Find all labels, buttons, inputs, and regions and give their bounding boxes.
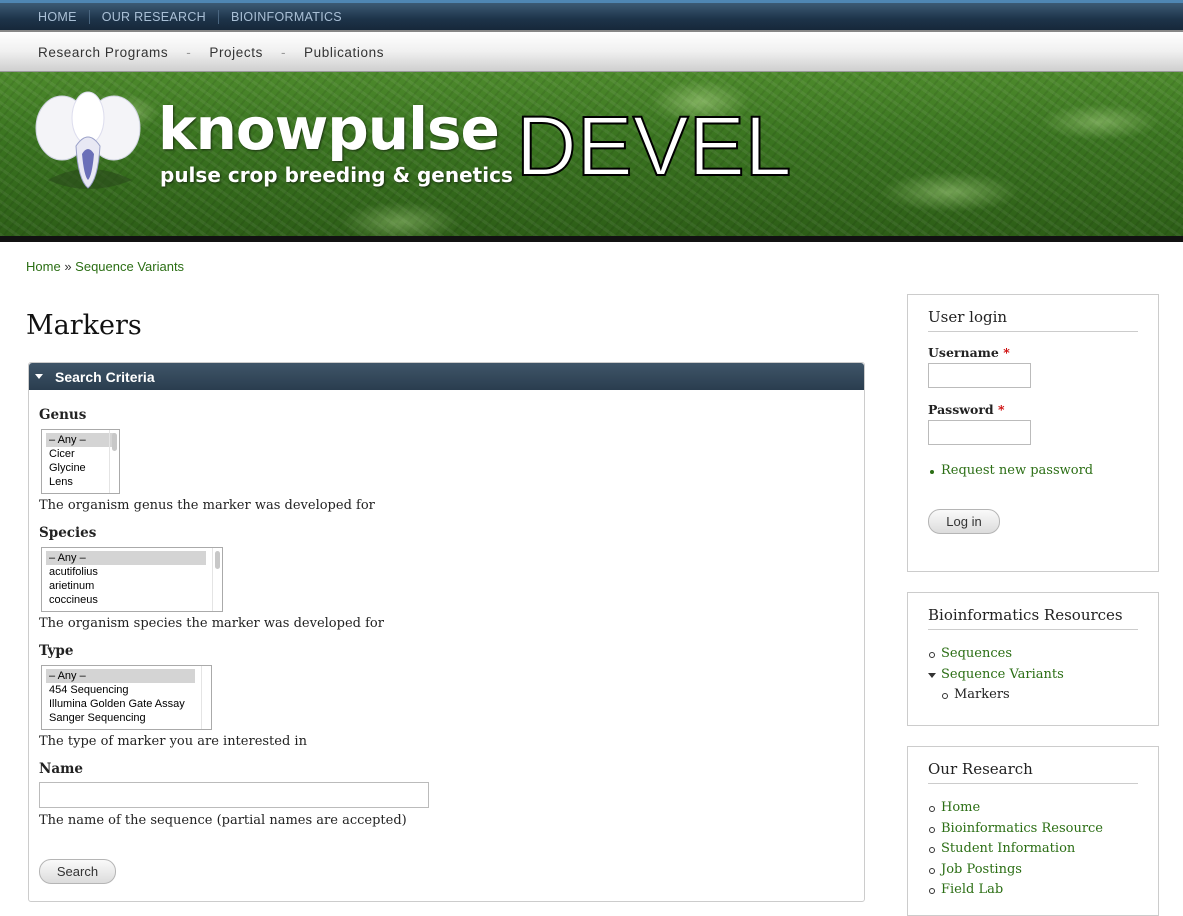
secondary-navigation: Research Programs - Projects - Publicati…	[0, 30, 1183, 72]
top-nav-home[interactable]: HOME	[26, 10, 89, 24]
password-input[interactable]	[928, 420, 1031, 445]
username-input[interactable]	[928, 363, 1031, 388]
login-links: Request new password	[928, 461, 1093, 482]
genus-option[interactable]: Glycine	[46, 461, 115, 475]
search-criteria-legend[interactable]: Search Criteria	[29, 363, 864, 390]
genus-option[interactable]: – Any –	[46, 433, 115, 447]
sub-nav-separator: -	[280, 44, 287, 60]
search-button[interactable]: Search	[39, 859, 116, 884]
species-scrollbar-thumb[interactable]	[215, 551, 220, 569]
our-research-home-link[interactable]: Home	[941, 800, 980, 815]
menu-item-sequences: Sequences	[928, 644, 1064, 665]
username-label: Username *	[928, 345, 1010, 360]
menu-item-student-information: Student Information	[928, 839, 1103, 860]
species-select[interactable]: – Any – acutifolius arietinum coccineus	[41, 547, 223, 612]
bioinformatics-resource-link[interactable]: Bioinformatics Resource	[941, 821, 1103, 836]
job-postings-link[interactable]: Job Postings	[941, 862, 1022, 877]
menu-item-markers[interactable]: Markers	[928, 685, 1064, 706]
type-option[interactable]: Sanger Sequencing	[46, 711, 207, 725]
site-slogan: pulse crop breeding & genetics	[160, 163, 513, 187]
menu-item-bioinformatics-resource: Bioinformatics Resource	[928, 819, 1103, 840]
our-research-menu: Home Bioinformatics Resource Student Inf…	[928, 798, 1103, 901]
site-name[interactable]: knowpulse	[158, 96, 500, 162]
species-label: Species	[39, 525, 97, 541]
menu-item-field-lab: Field Lab	[928, 880, 1103, 901]
type-scrollbar-track[interactable]	[201, 666, 211, 729]
genus-select[interactable]: – Any – Cicer Glycine Lens	[41, 429, 120, 494]
flower-logo-icon[interactable]	[28, 88, 148, 208]
genus-option[interactable]: Lens	[46, 475, 115, 489]
species-option[interactable]: acutifolius	[46, 565, 218, 579]
field-lab-link[interactable]: Field Lab	[941, 882, 1003, 897]
log-in-button[interactable]: Log in	[928, 509, 1000, 534]
bioinformatics-resources-title: Bioinformatics Resources	[928, 606, 1138, 630]
bioinformatics-menu: Sequences Sequence Variants Markers	[928, 644, 1064, 706]
genus-scrollbar-thumb[interactable]	[112, 433, 117, 451]
sequence-variants-link[interactable]: Sequence Variants	[941, 667, 1064, 682]
species-option[interactable]: arietinum	[46, 579, 218, 593]
collapse-triangle-icon	[35, 374, 43, 379]
genus-option[interactable]: Cicer	[46, 447, 115, 461]
site-banner: knowpulse pulse crop breeding & genetics…	[0, 72, 1183, 242]
type-description: The type of marker you are interested in	[39, 734, 307, 749]
name-label: Name	[39, 761, 83, 777]
sub-nav-publications[interactable]: Publications	[304, 45, 384, 60]
genus-description: The organism genus the marker was develo…	[39, 498, 375, 513]
name-input[interactable]	[39, 782, 429, 808]
genus-label: Genus	[39, 407, 87, 423]
user-login-title: User login	[928, 308, 1138, 332]
sequences-link[interactable]: Sequences	[941, 646, 1012, 661]
type-select[interactable]: – Any – 454 Sequencing Illumina Golden G…	[41, 665, 212, 730]
user-login-block: User login Username * Password * Request…	[907, 294, 1159, 572]
menu-item-home: Home	[928, 798, 1103, 819]
top-nav-our-research[interactable]: OUR RESEARCH	[88, 9, 218, 24]
type-label: Type	[39, 643, 74, 659]
type-option[interactable]: Illumina Golden Gate Assay	[46, 697, 207, 711]
password-label: Password *	[928, 402, 1005, 417]
required-marker: *	[1003, 345, 1010, 360]
breadcrumb-home-link[interactable]: Home	[26, 259, 61, 274]
sub-nav-projects[interactable]: Projects	[209, 45, 263, 60]
login-link-item: Request new password	[928, 461, 1093, 482]
breadcrumb-separator: »	[64, 259, 72, 274]
top-nav-bioinformatics[interactable]: BIOINFORMATICS	[218, 9, 354, 24]
our-research-block: Our Research Home Bioinformatics Resourc…	[907, 746, 1159, 916]
species-option[interactable]: – Any –	[46, 551, 206, 565]
breadcrumb-sequence-variants-link[interactable]: Sequence Variants	[75, 259, 184, 274]
student-information-link[interactable]: Student Information	[941, 841, 1075, 856]
bioinformatics-resources-block: Bioinformatics Resources Sequences Seque…	[907, 592, 1159, 726]
required-marker: *	[998, 402, 1005, 417]
request-new-password-link[interactable]: Request new password	[941, 463, 1093, 478]
search-criteria-fieldset: Search Criteria Genus – Any – Cicer Glyc…	[28, 362, 865, 902]
environment-label: DEVEL	[515, 98, 792, 194]
name-description: The name of the sequence (partial names …	[39, 813, 407, 828]
sub-nav-research-programs[interactable]: Research Programs	[38, 45, 168, 60]
menu-item-job-postings: Job Postings	[928, 860, 1103, 881]
species-description: The organism species the marker was deve…	[39, 616, 384, 631]
breadcrumb: Home » Sequence Variants	[26, 259, 184, 274]
sub-nav-separator: -	[186, 44, 192, 60]
species-option[interactable]: coccineus	[46, 593, 218, 607]
our-research-title: Our Research	[928, 760, 1138, 784]
page-title: Markers	[26, 310, 142, 341]
type-option[interactable]: – Any –	[46, 669, 195, 683]
menu-item-sequence-variants: Sequence Variants	[928, 665, 1064, 686]
type-option[interactable]: 454 Sequencing	[46, 683, 207, 697]
top-navigation: HOME OUR RESEARCH BIOINFORMATICS	[0, 0, 1183, 30]
search-criteria-title: Search Criteria	[55, 368, 155, 385]
